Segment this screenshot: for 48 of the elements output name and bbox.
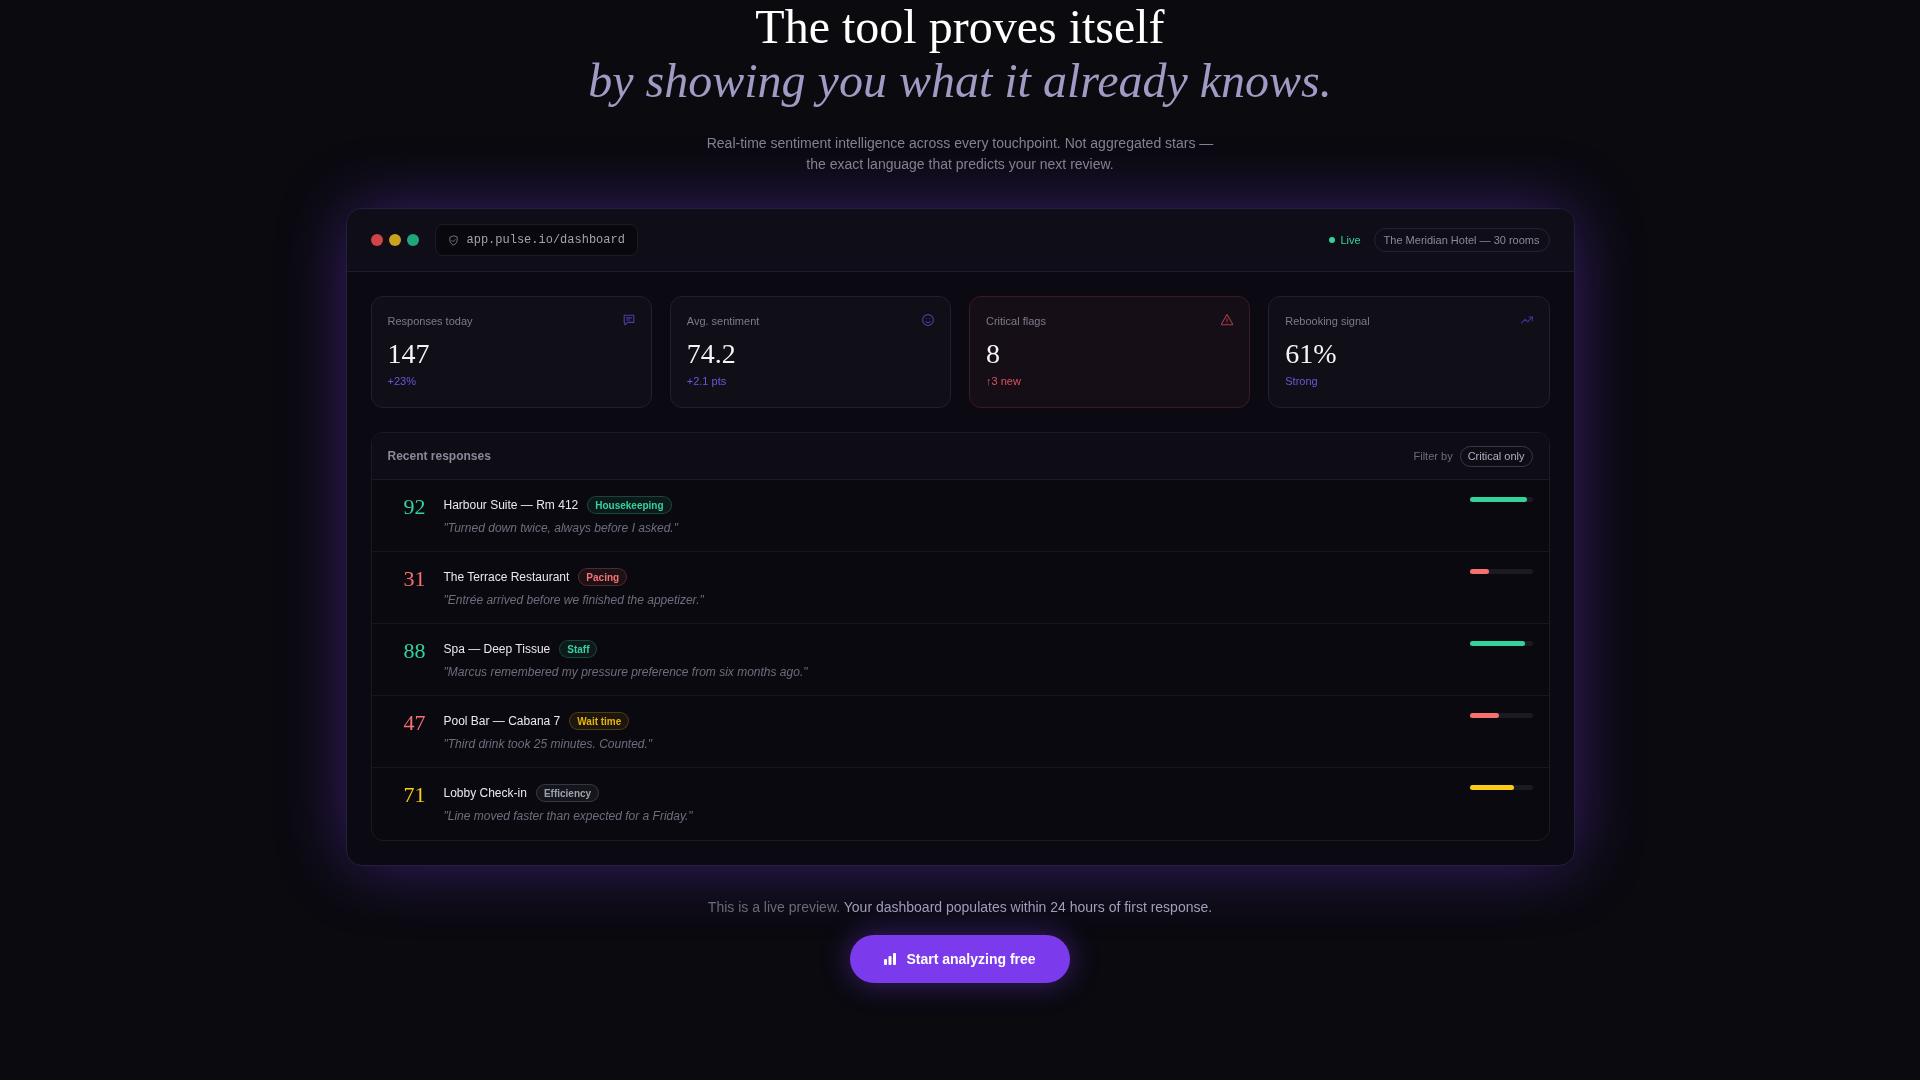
stat-label: Responses today — [387, 314, 473, 329]
guest-quote: "Entrée arrived before we finished the appetizer." — [443, 592, 704, 609]
hero-title: The tool proves itself — [754, 0, 1166, 54]
filter-label: Filter by — [1413, 448, 1453, 464]
stat-change: +23% — [387, 374, 417, 389]
live-status: Live — [1340, 232, 1361, 248]
stat-value: 147 — [387, 337, 431, 371]
guest-quote: "Marcus remembered my pressure preference from six months ago." — [443, 664, 808, 681]
stat-change: Strong — [1285, 374, 1319, 389]
hero-subtitle: by showing you what it already knows. — [588, 54, 1332, 108]
location-name: The Terrace Restaurant — [443, 569, 570, 586]
panel-title: Recent responses — [387, 448, 491, 465]
address-bar[interactable]: app.pulse.io/dashboard — [434, 224, 638, 256]
sentiment-score: 92 — [403, 496, 427, 518]
stat-change: +2.1 pts — [686, 374, 728, 389]
category-tag: Efficiency — [535, 784, 600, 802]
chat-bubble-icon — [622, 314, 635, 326]
stat-label: Avg. sentiment — [686, 314, 760, 329]
trend-up-arrow-icon — [1520, 314, 1533, 326]
location-name: Spa — Deep Tissue — [443, 641, 551, 658]
guest-quote: "Third drink took 25 minutes. Counted." — [443, 736, 653, 753]
stat-value: 74.2 — [686, 337, 737, 371]
guest-quote: "Turned down twice, always before I asked." — [443, 520, 678, 537]
stat-value: 8 — [986, 337, 1001, 371]
hero-description: Real-time sentiment intelligence across every touchpoint. Not aggregated stars — the exact language that predicts your next review. — [705, 134, 1215, 174]
stat-value: 61% — [1285, 337, 1338, 371]
location-name: Pool Bar — Cabana 7 — [443, 713, 561, 730]
category-tag: Wait time — [569, 712, 630, 730]
location-name: Lobby Check-in — [443, 785, 527, 802]
category-tag: Housekeeping — [587, 496, 672, 514]
smiley-face-icon — [922, 314, 934, 326]
category-tag: Pacing — [578, 568, 628, 586]
cta-button[interactable]: Start analyzing free — [850, 935, 1070, 983]
sentiment-score: 31 — [403, 568, 427, 590]
stat-label: Rebooking signal — [1285, 314, 1370, 329]
sentiment-score: 47 — [403, 712, 427, 734]
stat-change: ↑3 new — [986, 374, 1022, 389]
shield-check-icon — [447, 234, 459, 246]
bar-chart-icon — [884, 953, 897, 965]
sentiment-score: 71 — [403, 784, 427, 806]
guest-quote: "Line moved faster than expected for a Friday." — [443, 808, 693, 825]
note-text: This is a live preview. — [707, 899, 841, 915]
stat-label: Critical flags — [986, 314, 1046, 329]
location-name: Harbour Suite — Rm 412 — [443, 497, 579, 514]
sentiment-score: 88 — [403, 640, 427, 662]
category-tag: Staff — [559, 640, 598, 658]
warning-triangle-icon — [1221, 314, 1234, 326]
info-text: Your dashboard populates within 24 hours of first response. — [843, 899, 1213, 915]
